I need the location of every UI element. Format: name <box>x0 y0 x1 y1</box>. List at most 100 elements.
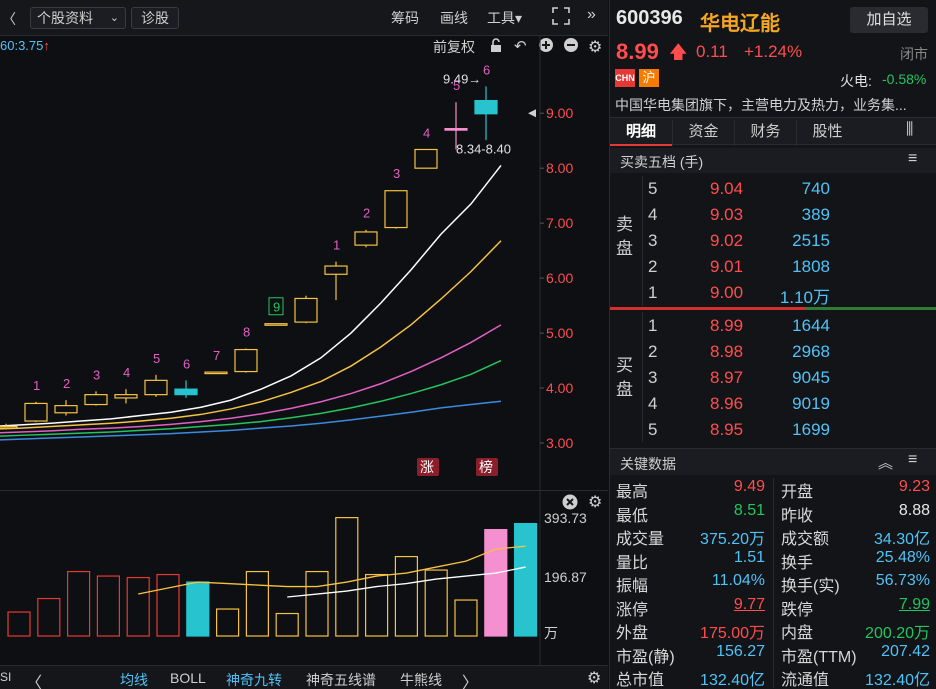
level-volume: 740 <box>801 179 830 198</box>
level-price: 9.04 <box>710 179 744 198</box>
volume-panel[interactable]: ⚙ 393.73 196.87 万 <box>0 490 608 666</box>
level-number: 5 <box>648 179 658 198</box>
diagnose-button[interactable]: 诊股 <box>131 7 179 29</box>
tab-boll[interactable]: BOLL <box>170 670 206 686</box>
volume-bar <box>394 555 418 637</box>
buy-level-row[interactable]: 5 8.95 1699 <box>610 417 936 443</box>
buy-level-row[interactable]: 1 8.99 1644 <box>610 313 936 339</box>
nine-turn-count: 2 <box>63 376 70 391</box>
sell-level-row[interactable]: 5 9.04 740 <box>610 176 936 202</box>
collapse-icon[interactable]: ︽ <box>878 452 893 473</box>
level-volume: 389 <box>801 205 830 224</box>
fullscreen-icon[interactable] <box>551 6 571 26</box>
nine-turn-count: 5 <box>153 351 160 366</box>
company-desc[interactable]: 中国华电集团旗下，主营电力及热力，业务集... <box>615 95 933 115</box>
sell-level-row[interactable]: 4 9.03 389 <box>610 202 936 228</box>
volume-unit-label: 万 <box>544 626 558 642</box>
tab-stock-nature[interactable]: 股性 <box>796 120 858 146</box>
chips-button[interactable]: 筹码 <box>391 8 419 28</box>
candle-body <box>294 297 318 323</box>
key-data-label: 跌停 <box>781 601 814 619</box>
price-tick-label: 3.00 <box>546 435 573 451</box>
nine-turn-count: 7 <box>213 348 220 363</box>
key-data-value: 11.04% <box>711 572 765 589</box>
quote-panel: 600396 华电辽能 加自选 8.99 🡅 0.11 +1.24% 闭市 CH… <box>609 0 936 689</box>
key-data-value: 9.23 <box>898 478 930 495</box>
candle-body <box>144 379 168 396</box>
volume-bar <box>186 581 210 637</box>
sell-level-row[interactable]: 1 9.00 1.10万 <box>610 280 936 307</box>
tab-detail[interactable]: 明细 <box>610 120 672 146</box>
gear-icon[interactable]: ⚙ <box>587 668 601 688</box>
volume-bar <box>7 611 31 637</box>
menu-icon[interactable]: ≡ <box>908 150 917 168</box>
key-data-value: 175.00万 <box>700 625 765 642</box>
arrow-up-icon: 🡅 <box>669 42 688 62</box>
price-tick-label: 6.00 <box>546 270 573 286</box>
key-data-label: 成交量 <box>616 531 665 548</box>
key-data-label: 昨收 <box>781 507 814 525</box>
level-volume: 1808 <box>792 257 830 276</box>
tab-capital[interactable]: 资金 <box>672 120 734 146</box>
split-icon[interactable]: ⫼ <box>906 121 913 139</box>
tab-ma[interactable]: 均线 <box>120 670 148 689</box>
volume-bar <box>484 529 508 637</box>
price-change: 0.11 <box>696 42 728 61</box>
stock-info-select[interactable]: 个股资料 ⌄ <box>30 7 126 29</box>
kline-chart[interactable]: 60:3.75↑ 前复权 ↶ ⚙ 9.00 8.00 7.00 6.00 5.00 4.0… <box>0 36 608 490</box>
key-data-label: 内盘 <box>781 625 814 642</box>
ma-line <box>0 240 502 430</box>
buy-level-row[interactable]: 4 8.96 9019 <box>610 391 936 417</box>
key-data-value: 8.51 <box>733 501 765 519</box>
nine-turn-count: 1 <box>33 378 40 393</box>
key-data-value: 56.73% <box>875 572 930 589</box>
level-number: 3 <box>648 368 658 387</box>
chevron-right-icon[interactable]: 〉 <box>462 669 478 689</box>
tab-finance[interactable]: 财务 <box>734 120 796 146</box>
volume-bar <box>96 575 121 637</box>
key-data-title: 关键数据 <box>620 456 676 472</box>
stock-name: 华电辽能 <box>700 13 780 35</box>
buy-level-row[interactable]: 2 8.98 2968 <box>610 339 936 365</box>
key-data-label: 流通值 <box>781 672 830 689</box>
add-watch-button[interactable]: 加自选 <box>850 7 928 33</box>
menu-icon[interactable]: ≡ <box>908 451 917 469</box>
nine-turn-count: 9 <box>273 300 280 315</box>
sector-name[interactable]: 火电: <box>840 71 872 91</box>
candle-body <box>24 402 48 422</box>
price-change-pct: +1.24% <box>744 42 803 61</box>
double-chevron-right-icon[interactable]: » <box>587 6 596 24</box>
sell-level-row[interactable]: 3 9.02 2515 <box>610 228 936 254</box>
price-marker-icon <box>528 109 536 118</box>
level-price: 8.98 <box>710 342 744 361</box>
chevron-left-icon[interactable]: 〈 <box>26 669 42 689</box>
diagnose-label: 诊股 <box>141 10 169 26</box>
key-data-header: 关键数据 ︽ ≡ <box>610 448 936 475</box>
nine-turn-count: 1 <box>333 238 340 253</box>
tools-button[interactable]: 工具▾ <box>487 8 522 28</box>
price-tick-label: 4.00 <box>546 380 573 396</box>
sell-level-row[interactable]: 2 9.01 1808 <box>610 254 936 280</box>
rank-badge-label: 榜 <box>479 459 493 476</box>
chevron-left-icon[interactable]: 〈 <box>2 9 16 29</box>
key-data-value: 25.48% <box>875 548 930 566</box>
level-number: 4 <box>648 205 658 224</box>
tab-magic-five[interactable]: 神奇五线谱 <box>306 670 376 689</box>
volume-bar <box>216 608 240 637</box>
volume-bar <box>305 570 329 637</box>
candle-body <box>384 190 408 229</box>
volume-tick-label: 393.73 <box>544 510 587 526</box>
candle-body <box>474 99 498 115</box>
candle-body <box>84 394 108 406</box>
chart-toolbar: 〈 个股资料 ⌄ 诊股 筹码 画线 工具▾ » <box>0 0 608 36</box>
tab-magic-nine[interactable]: 神奇九转 <box>226 670 282 689</box>
key-data-value: 9.77 <box>733 595 765 613</box>
level-volume: 9045 <box>792 368 830 387</box>
key-data-label: 换手 <box>781 554 814 572</box>
volume-bar <box>513 523 538 637</box>
nine-turn-count: 4 <box>123 365 130 380</box>
draw-line-button[interactable]: 画线 <box>440 8 468 28</box>
buy-level-row[interactable]: 3 8.97 9045 <box>610 365 936 391</box>
tab-bull-bear[interactable]: 牛熊线 <box>400 670 442 689</box>
tab-si-fragment[interactable]: SI <box>0 670 11 684</box>
